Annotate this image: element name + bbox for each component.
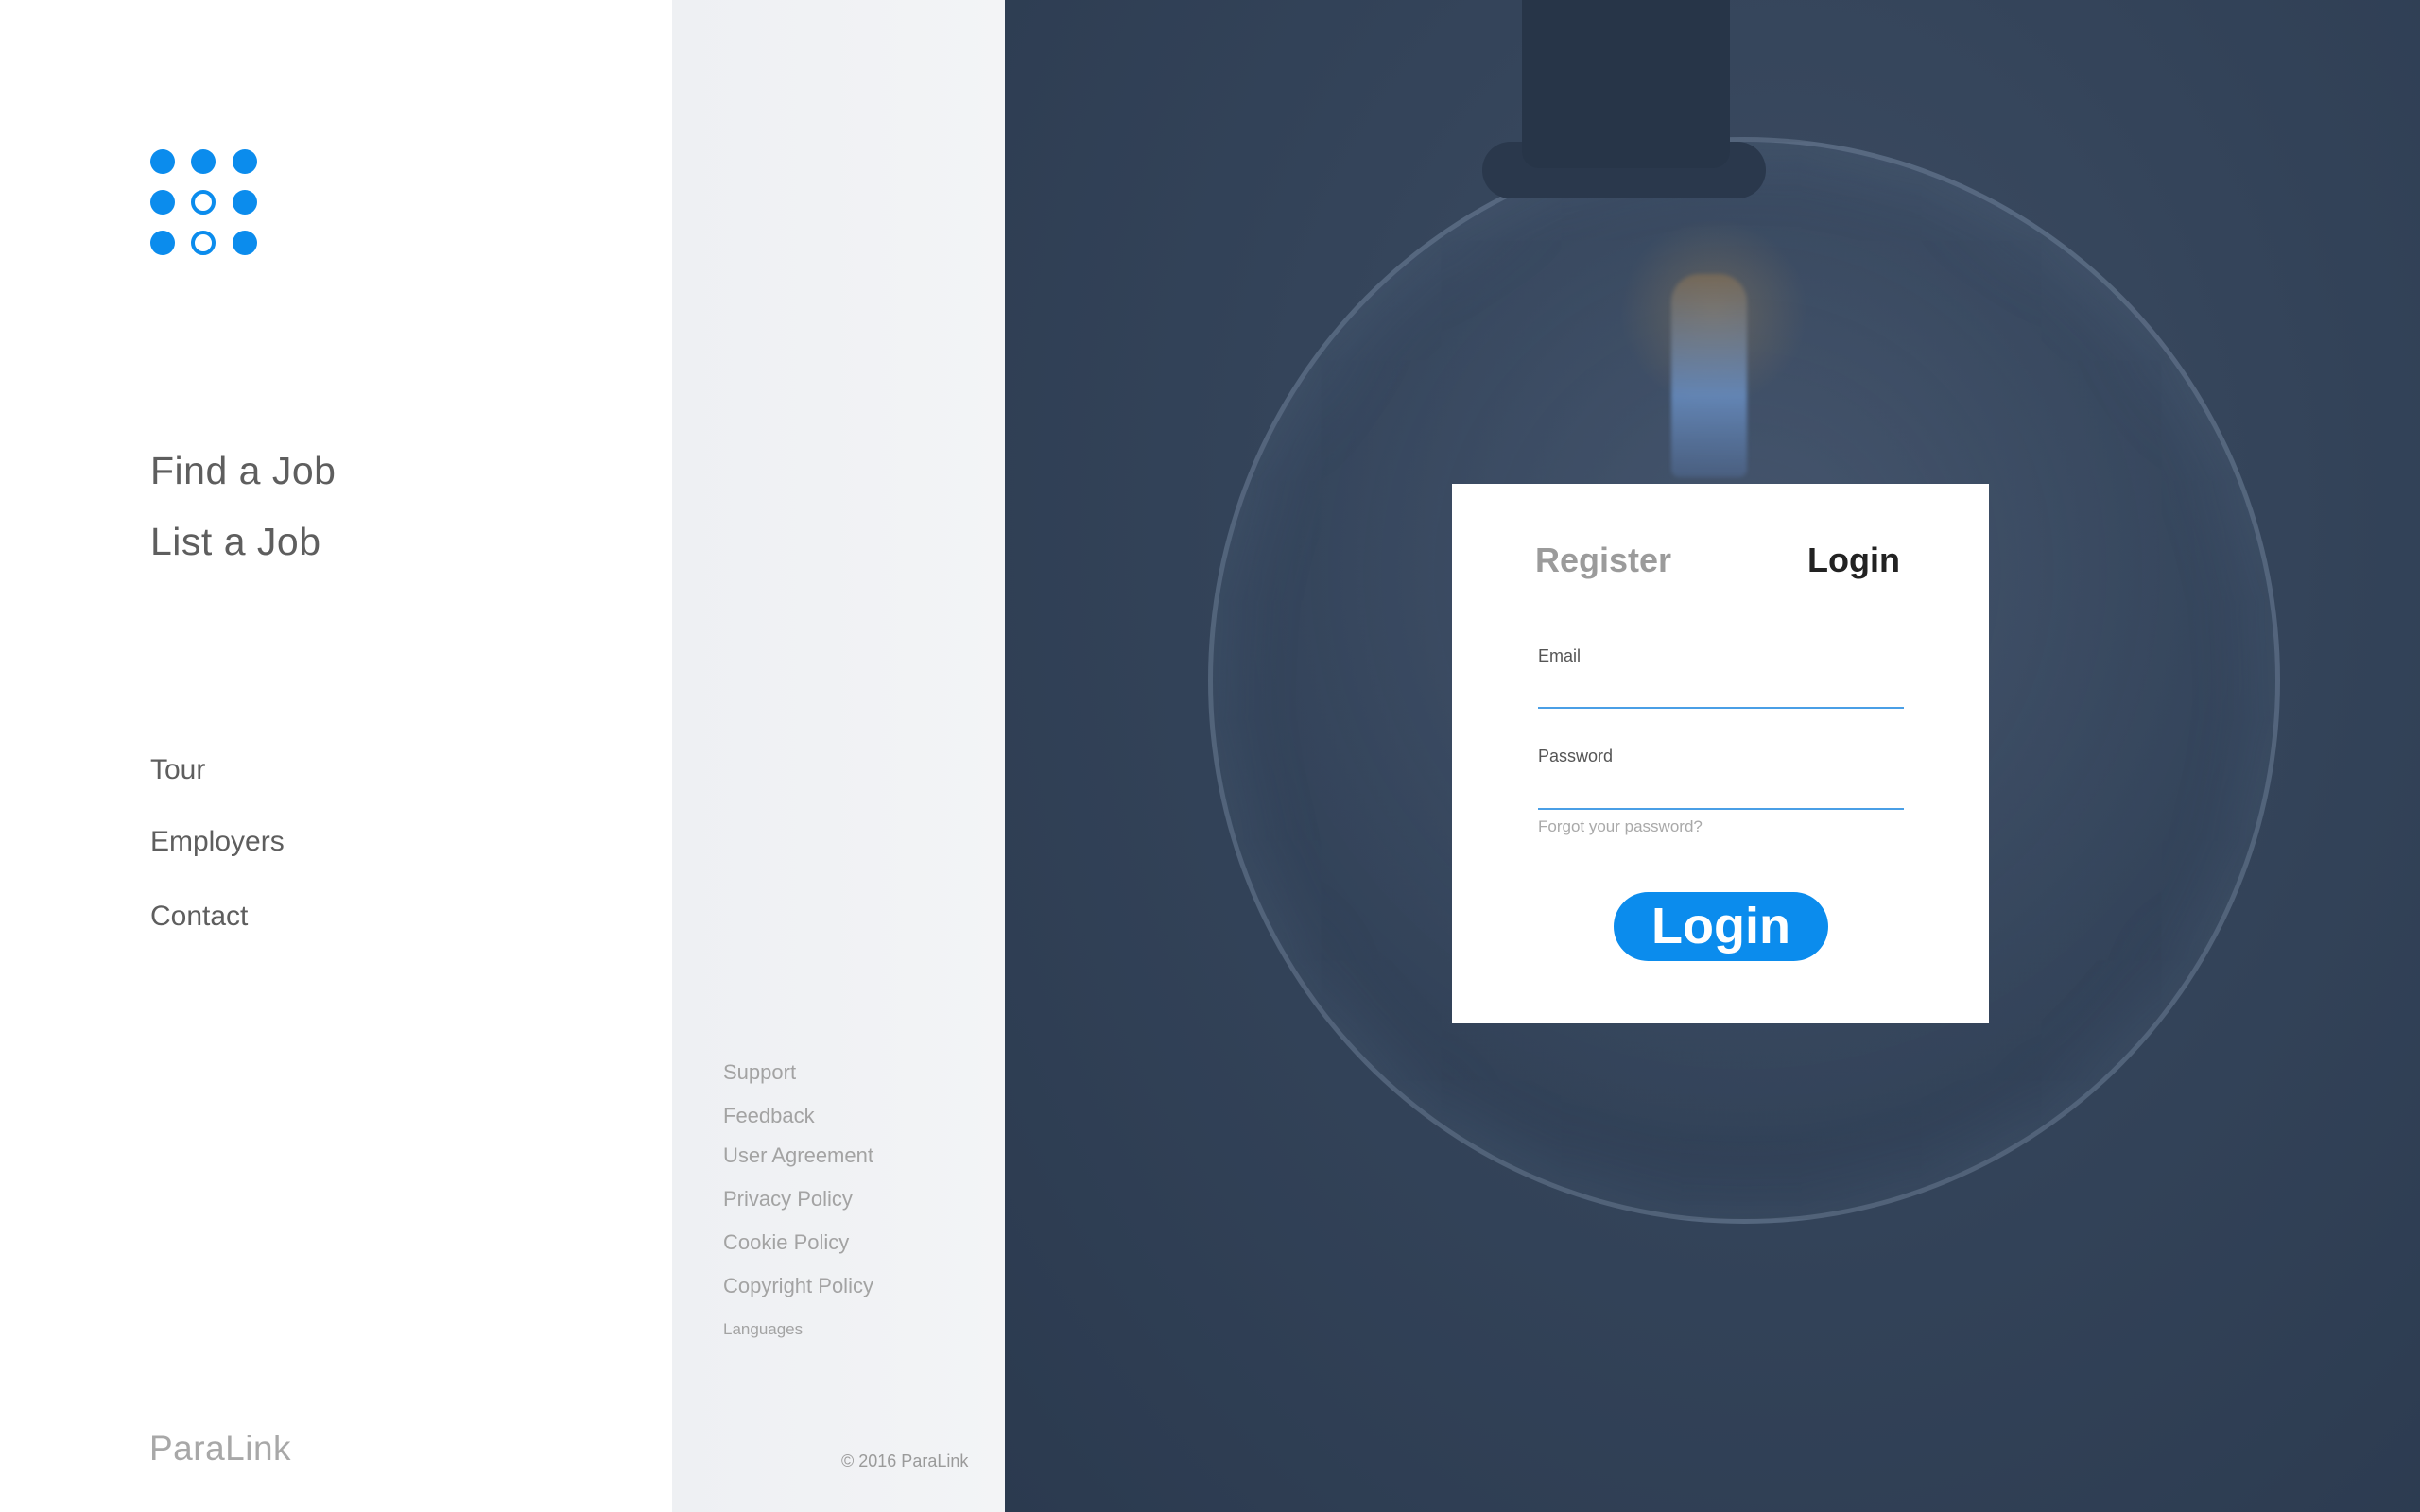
nav-find-a-job[interactable]: Find a Job: [150, 449, 336, 493]
footer-link-copyright-policy[interactable]: Copyright Policy: [723, 1274, 873, 1298]
left-panel: Find a Job List a Job Tour Employers Con…: [0, 0, 672, 1512]
footer-link-user-agreement[interactable]: User Agreement: [723, 1143, 873, 1168]
footer-link-support[interactable]: Support: [723, 1060, 796, 1085]
login-button[interactable]: Login: [1614, 892, 1828, 961]
auth-card: Register Login Email Password Forgot you…: [1452, 484, 1989, 1023]
password-label: Password: [1538, 747, 1614, 765]
footer-link-privacy-policy[interactable]: Privacy Policy: [723, 1187, 853, 1211]
nav-employers[interactable]: Employers: [150, 826, 285, 858]
copyright: © 2016 ParaLink: [841, 1452, 969, 1470]
tab-register[interactable]: Register: [1535, 541, 1671, 580]
password-field[interactable]: [1538, 776, 1904, 810]
bulb-cap-image: [1522, 0, 1730, 168]
logo-dot: [150, 149, 175, 174]
logo-dot: [233, 231, 257, 255]
footer-link-languages[interactable]: Languages: [723, 1320, 803, 1339]
logo-dot: [191, 149, 216, 174]
logo-dot: [150, 190, 175, 215]
bulb-filament-image: [1671, 274, 1747, 477]
logo-dot: [233, 190, 257, 215]
brand-name: ParaLink: [149, 1429, 292, 1468]
footer-link-cookie-policy[interactable]: Cookie Policy: [723, 1230, 849, 1255]
email-label: Email: [1538, 646, 1582, 665]
logo-icon[interactable]: [150, 149, 262, 255]
tab-login[interactable]: Login: [1807, 541, 1900, 580]
nav-list-a-job[interactable]: List a Job: [150, 520, 321, 564]
footer-link-feedback[interactable]: Feedback: [723, 1104, 815, 1128]
logo-dot: [191, 231, 216, 255]
forgot-password-link[interactable]: Forgot your password?: [1538, 817, 1703, 836]
logo-dot: [233, 149, 257, 174]
email-field[interactable]: [1538, 675, 1904, 709]
logo-dot: [191, 190, 216, 215]
nav-tour[interactable]: Tour: [150, 754, 205, 786]
nav-contact[interactable]: Contact: [150, 901, 248, 933]
logo-dot: [150, 231, 175, 255]
